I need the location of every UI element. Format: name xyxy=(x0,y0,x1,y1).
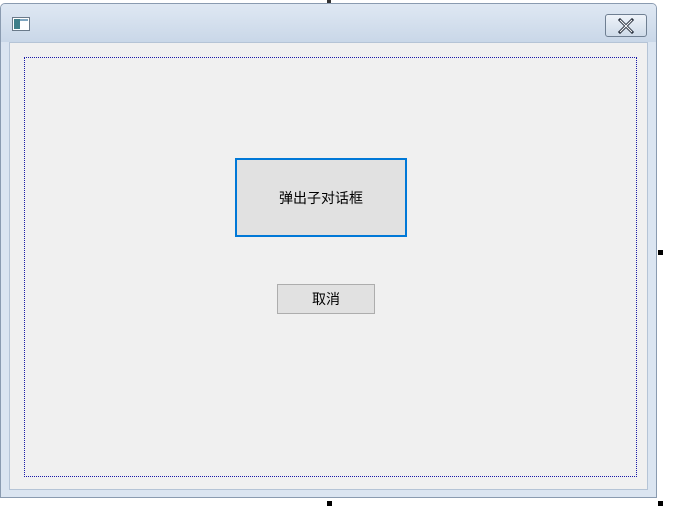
cancel-button[interactable]: 取消 xyxy=(277,284,375,314)
resize-handle-bottom[interactable] xyxy=(327,501,332,506)
close-icon xyxy=(617,17,635,34)
title-bar[interactable] xyxy=(1,4,656,42)
resize-handle-bottom-right[interactable] xyxy=(658,501,663,506)
dialog-window: 弹出子对话框 取消 xyxy=(0,3,657,498)
resize-handle-right[interactable] xyxy=(658,250,663,255)
dialog-client-area: 弹出子对话框 取消 xyxy=(24,57,637,477)
designer-canvas: 弹出子对话框 取消 xyxy=(0,0,675,510)
close-button[interactable] xyxy=(605,14,647,37)
app-icon-pane xyxy=(14,19,20,29)
window-client-frame: 弹出子对话框 取消 xyxy=(9,42,648,490)
open-child-dialog-button[interactable]: 弹出子对话框 xyxy=(235,158,407,237)
app-window-icon xyxy=(12,17,30,31)
